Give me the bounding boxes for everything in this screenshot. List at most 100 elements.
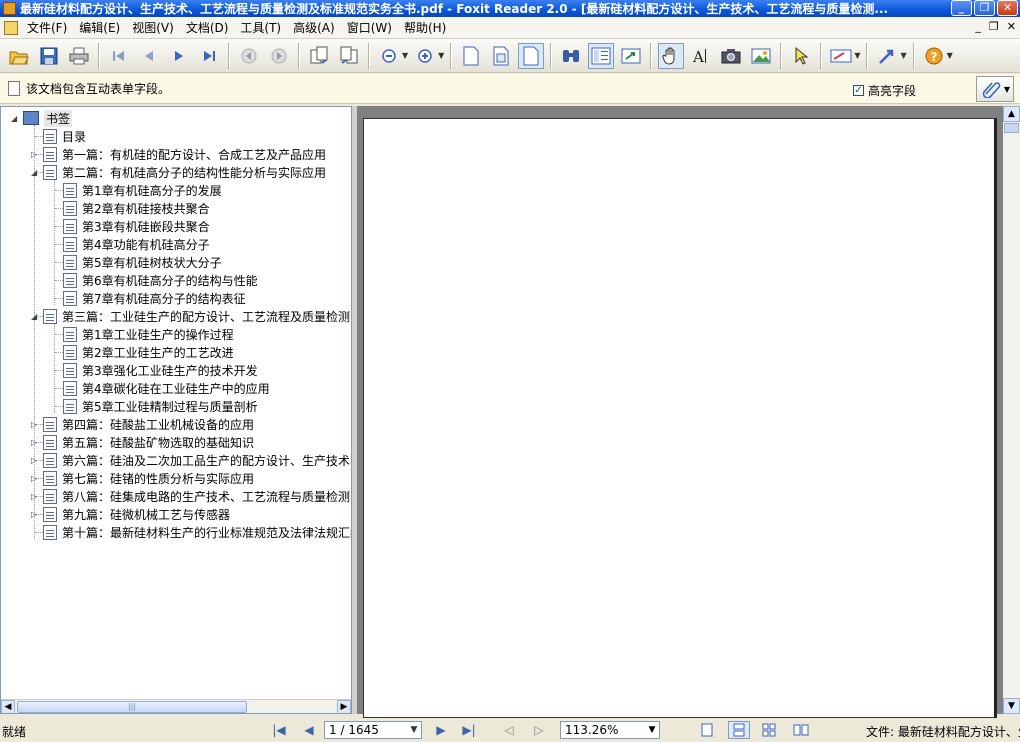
attachment-button[interactable]: ▼ — [976, 76, 1014, 102]
vscroll-thumb[interactable] — [1004, 123, 1019, 133]
snapshot-icon[interactable] — [718, 43, 744, 69]
menu-tools[interactable]: 工具(T) — [234, 19, 287, 36]
restore-button[interactable]: ❐ — [974, 0, 995, 16]
bookmark-item[interactable]: 第4章功能有机硅高分子 — [63, 235, 210, 253]
open-icon[interactable] — [6, 43, 32, 69]
mdi-restore-button[interactable]: ❐ — [989, 20, 999, 33]
zoom-in-icon[interactable] — [412, 43, 438, 69]
highlight-fields-checkbox[interactable]: ✓ — [852, 85, 864, 96]
status-next-page-button[interactable]: ▶ — [432, 722, 450, 738]
page-dropdown-icon[interactable]: ▼ — [408, 723, 420, 737]
expand-collapse-icon[interactable]: ▷ — [31, 510, 40, 519]
hand-tool-icon[interactable] — [658, 42, 685, 69]
zoom-out-icon[interactable] — [376, 43, 402, 69]
scroll-up-button[interactable]: ▲ — [1003, 106, 1020, 122]
bookmark-item[interactable]: ◢ 第三篇：工业硅生产的配方设计、工艺流程及质量检测 — [31, 307, 350, 325]
bookmark-pane-icon[interactable] — [588, 42, 615, 69]
scroll-right-button[interactable]: ▶ — [337, 700, 351, 713]
bookmark-item[interactable]: ▷ 第四篇：硅酸盐工业机械设备的应用 — [31, 415, 254, 433]
menu-window[interactable]: 窗口(W) — [341, 19, 398, 36]
expand-collapse-icon[interactable]: ▷ — [31, 492, 40, 501]
select-tool-icon[interactable] — [788, 43, 814, 69]
bookmarks-hscrollbar[interactable]: ◀ ||| ▶ — [1, 699, 351, 713]
bookmark-item[interactable]: ▷ 第七篇：硅锗的性质分析与实际应用 — [31, 469, 254, 487]
menu-view[interactable]: 视图(V) — [126, 19, 180, 36]
annotation-icon[interactable] — [874, 43, 900, 69]
single-page-view-button[interactable] — [696, 721, 718, 739]
status-first-page-button[interactable]: |◀ — [270, 722, 288, 738]
bookmark-item[interactable]: 目录 — [43, 127, 86, 145]
bookmark-item[interactable]: ▷ 第五篇：硅酸盐矿物选取的基础知识 — [31, 433, 254, 451]
expand-collapse-icon[interactable]: ◢ — [31, 312, 40, 321]
status-forward-button[interactable]: ▷ — [530, 722, 548, 738]
mdi-minimize-button[interactable]: _ — [975, 20, 981, 33]
forward-icon[interactable] — [266, 43, 292, 69]
expand-collapse-icon[interactable]: ◢ — [31, 168, 40, 177]
bookmark-item[interactable]: 第1章有机硅高分子的发展 — [63, 181, 222, 199]
menu-document[interactable]: 文档(D) — [180, 19, 235, 36]
typewriter-dropdown[interactable]: ▼ — [854, 51, 860, 60]
next-page-icon[interactable] — [166, 43, 192, 69]
status-last-page-button[interactable]: ▶| — [460, 722, 478, 738]
scroll-left-button[interactable]: ◀ — [1, 700, 15, 713]
zoom-dropdown-icon[interactable]: ▼ — [646, 723, 658, 737]
last-page-icon[interactable] — [196, 43, 222, 69]
scroll-down-button[interactable]: ▼ — [1003, 698, 1020, 714]
expand-collapse-icon[interactable]: ▷ — [31, 438, 40, 447]
annotation-dropdown[interactable]: ▼ — [900, 51, 906, 60]
expand-collapse-icon[interactable]: ▷ — [31, 456, 40, 465]
bookmark-item[interactable]: ▷ 第六篇：硅油及二次加工品生产的配方设计、生产技术 — [31, 451, 350, 469]
bookmark-item[interactable]: ▷ 第九篇：硅微机械工艺与传感器 — [31, 505, 230, 523]
bookmark-item[interactable]: 第2章工业硅生产的工艺改进 — [63, 343, 234, 361]
document-vscrollbar[interactable]: ▲ ▼ — [1003, 106, 1020, 714]
find-icon[interactable] — [558, 43, 584, 69]
typewriter-icon[interactable] — [828, 43, 854, 69]
menu-edit[interactable]: 编辑(E) — [73, 19, 126, 36]
bookmark-item[interactable]: 第3章有机硅嵌段共聚合 — [63, 217, 210, 235]
pdf-page[interactable] — [363, 118, 997, 718]
bookmark-item[interactable]: 第7章有机硅高分子的结构表征 — [63, 289, 246, 307]
bookmark-item[interactable]: 第5章工业硅精制过程与质量剖析 — [63, 397, 258, 415]
bookmark-item[interactable]: 第4章碳化硅在工业硅生产中的应用 — [63, 379, 270, 397]
continuous-icon[interactable] — [488, 43, 514, 69]
status-prev-page-button[interactable]: ◀ — [300, 722, 318, 738]
back-icon[interactable] — [236, 43, 262, 69]
attachment-dropdown[interactable]: ▼ — [1004, 85, 1010, 94]
bookmark-item[interactable]: 第2章有机硅接枝共聚合 — [63, 199, 210, 217]
bookmark-item[interactable]: 第1章工业硅生产的操作过程 — [63, 325, 234, 343]
first-page-icon[interactable] — [106, 43, 132, 69]
fit-width-icon[interactable] — [618, 43, 644, 69]
bookmark-item[interactable]: 第十篇：最新硅材料生产的行业标准规范及法律法规汇编 — [43, 523, 351, 541]
image-icon[interactable] — [748, 43, 774, 69]
status-back-button[interactable]: ◁ — [500, 722, 518, 738]
bookmark-item[interactable]: 第6章有机硅高分子的结构与性能 — [63, 271, 258, 289]
scroll-thumb[interactable]: ||| — [17, 701, 247, 713]
facing-view-button[interactable] — [758, 721, 780, 739]
expand-collapse-icon[interactable]: ▷ — [31, 474, 40, 483]
root-collapse-icon[interactable]: ◢ — [11, 114, 20, 123]
single-page-icon[interactable] — [458, 43, 484, 69]
rotate-left-icon[interactable] — [306, 43, 332, 69]
bookmark-item[interactable]: ◢ 第二篇：有机硅高分子的结构性能分析与实际应用 — [31, 163, 326, 181]
bookmark-item[interactable]: ▷ 第一篇：有机硅的配方设计、合成工艺及产品应用 — [31, 145, 326, 163]
document-view[interactable] — [357, 106, 1003, 718]
continuous-facing-view-button[interactable] — [790, 721, 812, 739]
help-dropdown[interactable]: ▼ — [947, 51, 953, 60]
minimize-button[interactable]: _ — [951, 0, 972, 16]
menu-help[interactable]: 帮助(H) — [398, 19, 452, 36]
help-icon[interactable]: ? — [921, 43, 947, 69]
continuous-view-button[interactable] — [728, 721, 750, 739]
menu-file[interactable]: 文件(F) — [21, 19, 73, 36]
save-icon[interactable] — [36, 43, 62, 69]
zoom-out-dropdown[interactable]: ▼ — [402, 51, 408, 60]
zoom-field[interactable]: 113.26% ▼ — [560, 721, 660, 739]
expand-collapse-icon[interactable]: ▷ — [31, 420, 40, 429]
close-button[interactable]: ✕ — [997, 0, 1018, 16]
text-select-icon[interactable]: A — [688, 43, 714, 69]
highlight-fields-toggle[interactable]: ✓ 高亮字段 — [852, 82, 916, 99]
prev-page-icon[interactable] — [136, 43, 162, 69]
expand-collapse-icon[interactable]: ▷ — [31, 150, 40, 159]
mdi-close-button[interactable]: ✕ — [1007, 20, 1016, 33]
bookmark-item[interactable]: 第5章有机硅树枝状大分子 — [63, 253, 222, 271]
bookmark-item[interactable]: ▷ 第八篇：硅集成电路的生产技术、工艺流程与质量检测 — [31, 487, 350, 505]
